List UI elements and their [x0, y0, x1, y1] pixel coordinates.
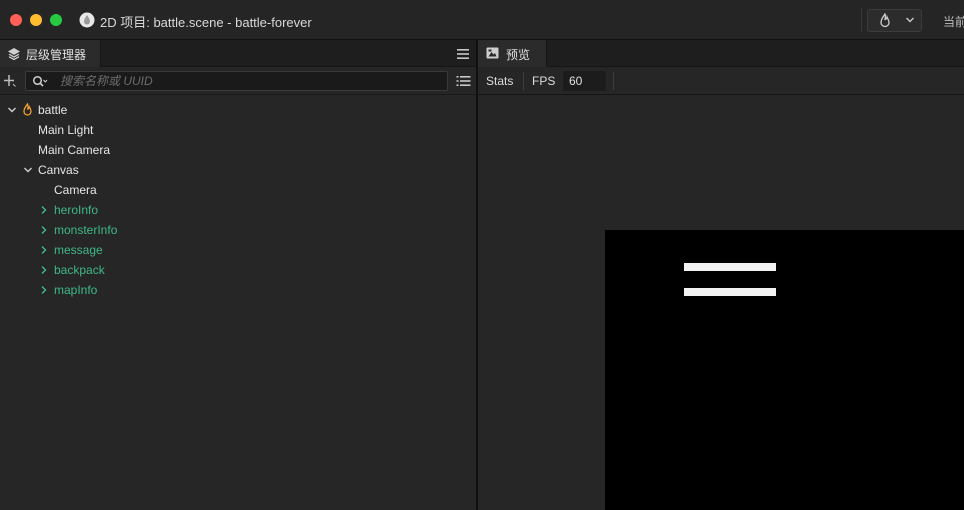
- tree-node-message[interactable]: message: [0, 240, 476, 260]
- hierarchy-panel: 层级管理器 搜索名称或 UUID battle Main Light Main …: [0, 40, 476, 510]
- tab-preview[interactable]: 预览: [478, 40, 547, 67]
- tree-node-main-light[interactable]: Main Light: [0, 120, 476, 140]
- close-window-button[interactable]: [10, 14, 22, 26]
- tree-node-canvas[interactable]: Canvas: [0, 160, 476, 180]
- hierarchy-tabbar: 层级管理器: [0, 40, 476, 67]
- white-bar: [684, 288, 776, 296]
- stats-button[interactable]: Stats: [486, 74, 513, 88]
- chevron-down-icon[interactable]: [23, 165, 33, 175]
- scene-flame-icon: [23, 103, 32, 116]
- preview-viewport[interactable]: [478, 95, 964, 510]
- tree-node-camera[interactable]: Camera: [0, 180, 476, 200]
- tree-node-label: Main Camera: [38, 143, 111, 157]
- tree-node-mapinfo[interactable]: mapInfo: [0, 280, 476, 300]
- layers-icon: [8, 48, 20, 61]
- tree-node-backpack[interactable]: backpack: [0, 260, 476, 280]
- tree-node-label: mapInfo: [54, 283, 98, 297]
- tree-node-label: heroInfo: [54, 203, 99, 217]
- preview-panel: 预览 Stats FPS: [478, 40, 964, 510]
- fps-input[interactable]: [563, 71, 606, 91]
- window-title: 2D 项目: battle.scene - battle-forever: [100, 15, 312, 30]
- current-label[interactable]: 当前: [943, 13, 964, 30]
- chevron-right-icon[interactable]: [39, 205, 49, 215]
- tree-node-label: Canvas: [38, 163, 79, 177]
- tab-hierarchy[interactable]: 层级管理器: [0, 40, 101, 67]
- minimize-window-button[interactable]: [30, 14, 42, 26]
- preview-tabbar: 预览: [478, 40, 964, 67]
- search-input[interactable]: [60, 73, 440, 89]
- chevron-right-icon[interactable]: [39, 265, 49, 275]
- tree-node-label: monsterInfo: [54, 223, 118, 237]
- fps-label: FPS: [532, 74, 556, 88]
- maximize-window-button[interactable]: [50, 14, 62, 26]
- search-field[interactable]: [25, 71, 448, 91]
- toolbar-divider: [613, 72, 614, 90]
- tree-node-label: battle: [38, 103, 68, 117]
- tree-node-heroinfo[interactable]: heroInfo: [0, 200, 476, 220]
- tree-node-battle[interactable]: battle: [0, 100, 476, 120]
- chevron-right-icon[interactable]: [39, 285, 49, 295]
- preview-icon: [486, 47, 499, 59]
- white-bar: [684, 263, 776, 271]
- preview-toolbar: Stats FPS: [478, 67, 964, 95]
- tree-node-label: backpack: [54, 263, 105, 277]
- tree-node-label: Main Light: [38, 123, 94, 137]
- tree-node-main-camera[interactable]: Main Camera: [0, 140, 476, 160]
- search-icon: [32, 75, 48, 87]
- tree-node-label: message: [54, 243, 103, 257]
- cocos-app-icon: [79, 12, 95, 28]
- chevron-down-icon: [906, 17, 914, 23]
- tree-node-label: Camera: [54, 183, 97, 197]
- title-bar: 2D 项目: battle.scene - battle-forever 当前: [0, 0, 964, 40]
- chevron-right-icon[interactable]: [39, 245, 49, 255]
- engine-menu-button[interactable]: [867, 9, 922, 32]
- add-node-icon[interactable]: [3, 74, 17, 88]
- tree-node-monsterinfo[interactable]: monsterInfo: [0, 220, 476, 240]
- chevron-down-icon[interactable]: [7, 105, 17, 115]
- preview-tab-label: 预览: [506, 48, 531, 62]
- titlebar-divider: [861, 8, 862, 32]
- hierarchy-toolbar: [0, 67, 476, 95]
- list-options-icon[interactable]: [456, 75, 471, 87]
- flame-icon: [880, 13, 890, 28]
- game-canvas[interactable]: [605, 230, 964, 510]
- chevron-right-icon[interactable]: [39, 225, 49, 235]
- toolbar-divider: [523, 72, 524, 90]
- hierarchy-tab-label: 层级管理器: [26, 48, 87, 62]
- panel-menu-icon[interactable]: [456, 48, 470, 60]
